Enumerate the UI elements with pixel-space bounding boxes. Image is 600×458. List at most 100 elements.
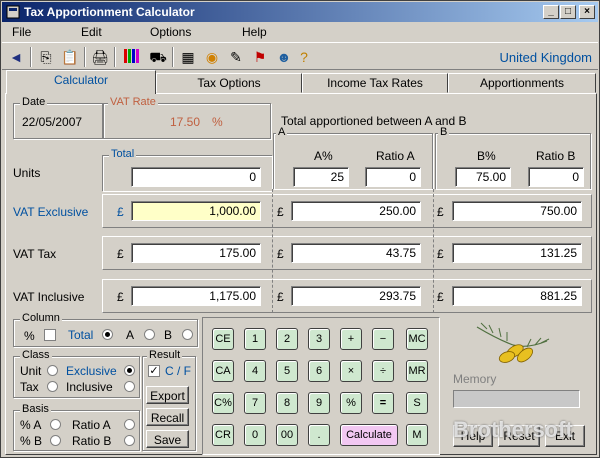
menu-bar: File Edit Options Help — [2, 22, 598, 41]
key-percent[interactable]: % — [340, 392, 362, 414]
units-total-input[interactable]: 0 — [131, 167, 261, 187]
vat-exclusive-a-input[interactable]: 250.00 — [291, 201, 421, 221]
class-group-label: Class — [20, 349, 52, 361]
export-button[interactable]: Export — [146, 386, 189, 404]
class-tax-radio[interactable] — [47, 381, 58, 392]
units-a-percent-input[interactable]: 25 — [293, 167, 349, 187]
key-4[interactable]: 4 — [244, 360, 266, 382]
key-ce[interactable]: CE — [212, 328, 234, 350]
vat-tax-label: VAT Tax — [13, 247, 57, 261]
key-mc[interactable]: MC — [406, 328, 428, 350]
basis-pct-b-radio[interactable] — [50, 435, 61, 446]
menu-file[interactable]: File — [12, 25, 31, 39]
vat-tax-b-input[interactable]: 131.25 — [452, 243, 582, 263]
toolbar-separator — [84, 47, 86, 67]
memory-display — [453, 390, 580, 408]
pen-icon[interactable]: ✎ — [226, 47, 246, 67]
basis-ratio-b-radio[interactable] — [124, 435, 135, 446]
chart-icon[interactable]: ⚑ — [250, 47, 270, 67]
key-m[interactable]: M — [406, 424, 428, 446]
key-plus[interactable]: + — [340, 328, 362, 350]
vat-exclusive-label: VAT Exclusive — [13, 205, 89, 219]
key-3[interactable]: 3 — [308, 328, 330, 350]
back-arrow-icon[interactable]: ◄ — [6, 47, 26, 67]
basis-group: Basis % A Ratio A % B Ratio B — [13, 403, 140, 451]
key-8[interactable]: 8 — [276, 392, 298, 414]
vat-exclusive-total-input[interactable]: 1,000.00 — [131, 201, 261, 221]
key-s[interactable]: S — [406, 392, 428, 414]
menu-options[interactable]: Options — [150, 25, 191, 39]
key-cr[interactable]: CR — [212, 424, 234, 446]
basis-pct-b-label: % B — [20, 434, 43, 448]
toolbar: ◄ ⎘ 📋 🖨 ⛟ ▦ ◉ ✎ ⚑ ☻ ? United Kingdom — [2, 42, 598, 70]
units-ratio-a-input[interactable]: 0 — [365, 167, 421, 187]
column-a-radio[interactable] — [144, 329, 155, 340]
key-5[interactable]: 5 — [276, 360, 298, 382]
key-ca[interactable]: CA — [212, 360, 234, 382]
cf-checkbox[interactable]: ✓ — [148, 365, 160, 377]
vat-inclusive-b-input[interactable]: 881.25 — [452, 286, 582, 306]
key-decimal[interactable]: . — [308, 424, 330, 446]
close-icon[interactable]: × — [579, 5, 595, 19]
total-label: Total — [109, 148, 137, 160]
key-c-percent[interactable]: C% — [212, 392, 234, 414]
menu-help[interactable]: Help — [242, 25, 267, 39]
date-label: Date — [20, 96, 48, 108]
user-icon[interactable]: ☻ — [274, 47, 294, 67]
clock-icon[interactable]: ◉ — [202, 47, 222, 67]
vat-inclusive-total-input[interactable]: 1,175.00 — [131, 286, 261, 306]
key-7[interactable]: 7 — [244, 392, 266, 414]
units-b-percent-input[interactable]: 75.00 — [455, 167, 511, 187]
paste-icon[interactable]: 📋 — [60, 47, 80, 67]
column-total-radio[interactable] — [102, 329, 113, 340]
minimize-icon[interactable]: _ — [543, 5, 559, 19]
basis-pct-a-radio[interactable] — [50, 419, 61, 430]
column-percent-checkbox[interactable] — [44, 329, 56, 341]
calculate-button[interactable]: Calculate — [340, 424, 398, 446]
column-b-radio[interactable] — [182, 329, 193, 340]
tab-calculator[interactable]: Calculator — [6, 70, 156, 94]
vat-inclusive-a-input[interactable]: 293.75 — [291, 286, 421, 306]
print-icon[interactable]: 🖨 — [90, 47, 110, 67]
units-ratio-b-input[interactable]: 0 — [528, 167, 584, 187]
memory-label: Memory — [453, 372, 497, 386]
key-2[interactable]: 2 — [276, 328, 298, 350]
key-6[interactable]: 6 — [308, 360, 330, 382]
key-equals[interactable]: = — [372, 392, 394, 414]
help-icon[interactable]: ? — [294, 47, 314, 67]
tab-tax-options[interactable]: Tax Options — [156, 73, 302, 93]
key-00[interactable]: 00 — [276, 424, 298, 446]
tab-apportionments[interactable]: Apportionments — [448, 73, 596, 93]
vat-tax-a-input[interactable]: 43.75 — [291, 243, 421, 263]
key-9[interactable]: 9 — [308, 392, 330, 414]
recall-button[interactable]: Recall — [146, 408, 189, 426]
ratio-a-header: Ratio A — [376, 149, 415, 163]
calculator-icon[interactable]: ▦ — [178, 47, 198, 67]
key-minus[interactable]: − — [372, 328, 394, 350]
class-inclusive-radio[interactable] — [124, 381, 135, 392]
class-exclusive-radio[interactable] — [124, 365, 135, 376]
currency-symbol: £ — [117, 205, 124, 219]
basis-ratio-a-radio[interactable] — [124, 419, 135, 430]
tab-income-tax-rates[interactable]: Income Tax Rates — [302, 73, 448, 93]
vat-exclusive-b-input[interactable]: 750.00 — [452, 201, 582, 221]
toolbar-separator — [172, 47, 174, 67]
key-1[interactable]: 1 — [244, 328, 266, 350]
copy-icon[interactable]: ⎘ — [36, 47, 56, 67]
a-percent-header: A% — [314, 149, 333, 163]
key-multiply[interactable]: × — [340, 360, 362, 382]
vat-tax-total-input[interactable]: 175.00 — [131, 243, 261, 263]
key-0[interactable]: 0 — [244, 424, 266, 446]
column-a-label: A — [126, 328, 135, 342]
toolbar-separator — [114, 47, 116, 67]
colors-icon[interactable] — [122, 47, 142, 67]
vat-rate-label: VAT Rate — [108, 96, 158, 108]
maximize-icon[interactable]: □ — [560, 5, 576, 19]
class-unit-radio[interactable] — [47, 365, 58, 376]
key-mr[interactable]: MR — [406, 360, 428, 382]
key-divide[interactable]: ÷ — [372, 360, 394, 382]
save-button[interactable]: Save — [146, 430, 189, 448]
menu-edit[interactable]: Edit — [81, 25, 102, 39]
vat-rate-value[interactable]: 17.50 — [170, 115, 200, 129]
rates-icon[interactable]: ⛟ — [148, 47, 168, 67]
